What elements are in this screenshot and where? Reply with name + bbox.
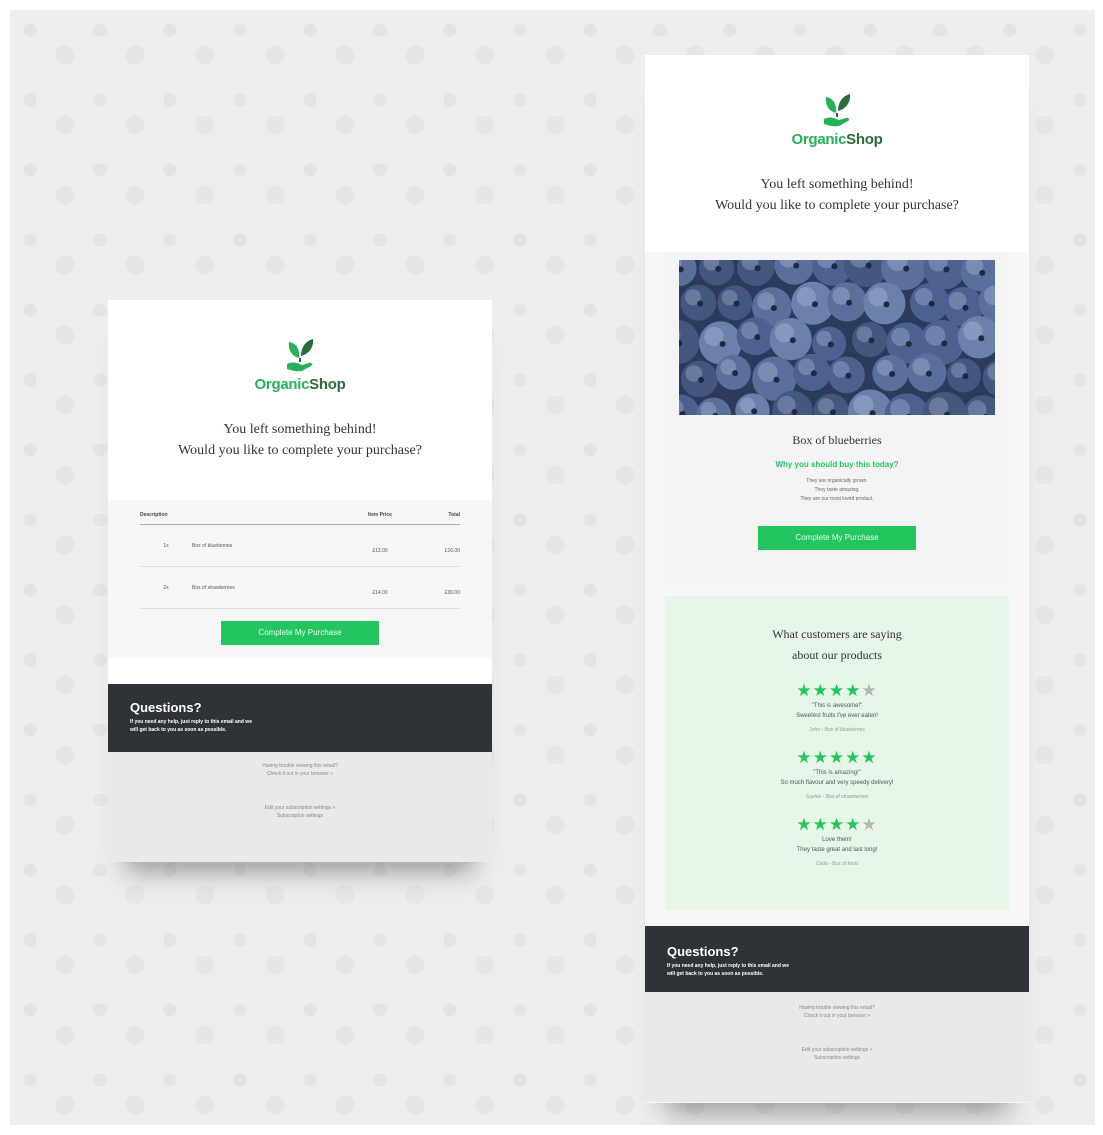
complete-purchase-button[interactable]: Complete My Purchase xyxy=(221,621,379,645)
product-reason: They are our most loved product. xyxy=(800,496,874,502)
review-author: Carla - Box of kiwis xyxy=(815,861,859,867)
brand-name: OrganicShop xyxy=(254,376,346,393)
footer-trouble-text: Having trouble viewing this email? xyxy=(262,763,338,769)
email-header: OrganicShop You left something behind! W… xyxy=(108,300,492,500)
view-in-browser-link[interactable]: Check it out in your browser » xyxy=(108,770,492,778)
header-description: Description xyxy=(140,512,168,518)
complete-purchase-button[interactable]: Complete My Purchase xyxy=(758,526,916,550)
row-qty: 1x xyxy=(163,542,169,549)
star-rating: ★★★★★ xyxy=(665,682,1009,699)
header-item-price: Item Price xyxy=(368,512,392,518)
star-filled-icon: ★ xyxy=(812,748,829,767)
review-body: They taste great and last long! xyxy=(796,847,878,853)
edit-subscription-link[interactable]: Edit your subscription settings » xyxy=(108,804,492,812)
logo: OrganicShop xyxy=(108,336,492,393)
reviews-title: What customers are saying about our prod… xyxy=(665,624,1009,666)
review-body: So much flavour and very speedy delivery… xyxy=(780,780,894,786)
product-reasons: They are organically grown. They taste a… xyxy=(665,477,1009,504)
row-name: Box of blueberries xyxy=(192,542,233,549)
star-filled-icon: ★ xyxy=(828,815,846,834)
star-filled-icon: ★ xyxy=(796,815,813,834)
questions-panel: Questions? If you need any help, just re… xyxy=(108,684,492,752)
review-quote: "This is amazing!" xyxy=(813,770,861,776)
background-canvas: OrganicShop You left something behind! W… xyxy=(10,10,1095,1125)
reviews-title-line-2: about our products xyxy=(792,648,882,662)
questions-text: If you need any help, just reply to this… xyxy=(130,718,470,734)
star-filled-icon: ★ xyxy=(812,681,829,700)
row-price: £13.00 xyxy=(372,547,388,554)
questions-text-line-2: will get back to you as soon as possible… xyxy=(130,727,227,733)
questions-title: Questions? xyxy=(667,944,739,959)
subscription-settings-link[interactable]: Subscription settings xyxy=(108,812,492,820)
star-filled-icon: ★ xyxy=(796,748,813,767)
headline-line-1: You left something behind! xyxy=(223,422,377,437)
row-total: £16.00 xyxy=(444,547,460,554)
email-preview-product: OrganicShop You left something behind! W… xyxy=(645,55,1029,1103)
row-price: £14.00 xyxy=(372,589,388,596)
leaf-hand-icon xyxy=(287,339,314,372)
subscription-settings-link[interactable]: Subscription settings xyxy=(645,1054,1029,1062)
row-total: £30.00 xyxy=(444,589,460,596)
star-empty-icon: ★ xyxy=(861,681,878,700)
brand-name: OrganicShop xyxy=(791,131,883,148)
star-filled-icon: ★ xyxy=(828,681,846,700)
product-name: Box of blueberries xyxy=(792,433,882,447)
product-why-heading: Why you should buy this today? xyxy=(775,460,899,469)
questions-text-line-1: If you need any help, just reply to this… xyxy=(667,963,789,969)
header-total: Total xyxy=(448,512,460,518)
review-item: ★★★★★ "This is amazing!" So much flavour… xyxy=(665,749,1009,800)
product-reason: They are organically grown. xyxy=(806,478,868,484)
email-footer: Having trouble viewing this email? Check… xyxy=(108,752,492,862)
headline-line-1: You left something behind! xyxy=(760,177,914,192)
review-item: ★★★★★ "This is awesome!" Sweetest fruits… xyxy=(665,682,1009,733)
blueberries-photo xyxy=(679,260,995,415)
star-filled-icon: ★ xyxy=(845,748,862,767)
star-empty-icon: ★ xyxy=(861,815,878,834)
view-in-browser-link[interactable]: Check it out in your browser » xyxy=(645,1012,1029,1020)
reviews-title-line-1: What customers are saying xyxy=(772,627,902,641)
leaf-hand-icon xyxy=(824,94,851,127)
review-quote: Love them! xyxy=(822,837,852,843)
table-row: 1x Box of blueberries £13.00 £16.00 xyxy=(140,525,460,567)
questions-text-line-2: will get back to you as soon as possible… xyxy=(667,971,764,977)
star-rating: ★★★★★ xyxy=(665,749,1009,766)
logo: OrganicShop xyxy=(645,91,1029,148)
star-filled-icon: ★ xyxy=(861,748,878,767)
star-filled-icon: ★ xyxy=(796,681,813,700)
star-rating: ★★★★★ xyxy=(665,816,1009,833)
review-body: Sweetest fruits I've ever eaten! xyxy=(796,713,878,719)
questions-panel: Questions? If you need any help, just re… xyxy=(645,926,1029,992)
row-qty: 2x xyxy=(163,584,169,591)
headline: You left something behind! Would you lik… xyxy=(108,419,492,461)
star-filled-icon: ★ xyxy=(845,815,862,834)
review-author: John - Box of blueberries xyxy=(809,727,865,733)
email-preview-cart: OrganicShop You left something behind! W… xyxy=(108,300,492,862)
edit-subscription-link[interactable]: Edit your subscription settings » xyxy=(645,1046,1029,1054)
review-item: ★★★★★ Love them! They taste great and la… xyxy=(665,816,1009,867)
email-footer: Having trouble viewing this email? Check… xyxy=(645,992,1029,1102)
headline: You left something behind! Would you lik… xyxy=(645,174,1029,216)
product-card: Box of blueberries Why you should buy th… xyxy=(665,252,1009,584)
reviews-section: What customers are saying about our prod… xyxy=(665,596,1009,910)
headline-line-2: Would you like to complete your purchase… xyxy=(715,198,959,213)
star-filled-icon: ★ xyxy=(845,681,862,700)
star-filled-icon: ★ xyxy=(812,815,829,834)
row-name: Box of strawberries xyxy=(192,584,235,591)
questions-text-line-1: If you need any help, just reply to this… xyxy=(130,719,252,725)
headline-line-2: Would you like to complete your purchase… xyxy=(178,443,422,458)
review-author: Sophie - Box of strawberries xyxy=(805,794,869,800)
email-header: OrganicShop You left something behind! W… xyxy=(645,55,1029,252)
product-reason: They taste amazing. xyxy=(814,487,860,493)
cart-table: Description Item Price Total 1x Box of b… xyxy=(108,500,492,658)
cart-header-row: Description Item Price Total xyxy=(140,508,460,525)
table-row: 2x Box of strawberries £14.00 £30.00 xyxy=(140,567,460,609)
review-quote: "This is awesome!" xyxy=(811,703,863,709)
star-filled-icon: ★ xyxy=(828,748,846,767)
questions-title: Questions? xyxy=(130,700,202,715)
footer-trouble-text: Having trouble viewing this email? xyxy=(799,1005,875,1011)
questions-text: If you need any help, just reply to this… xyxy=(667,962,1007,978)
